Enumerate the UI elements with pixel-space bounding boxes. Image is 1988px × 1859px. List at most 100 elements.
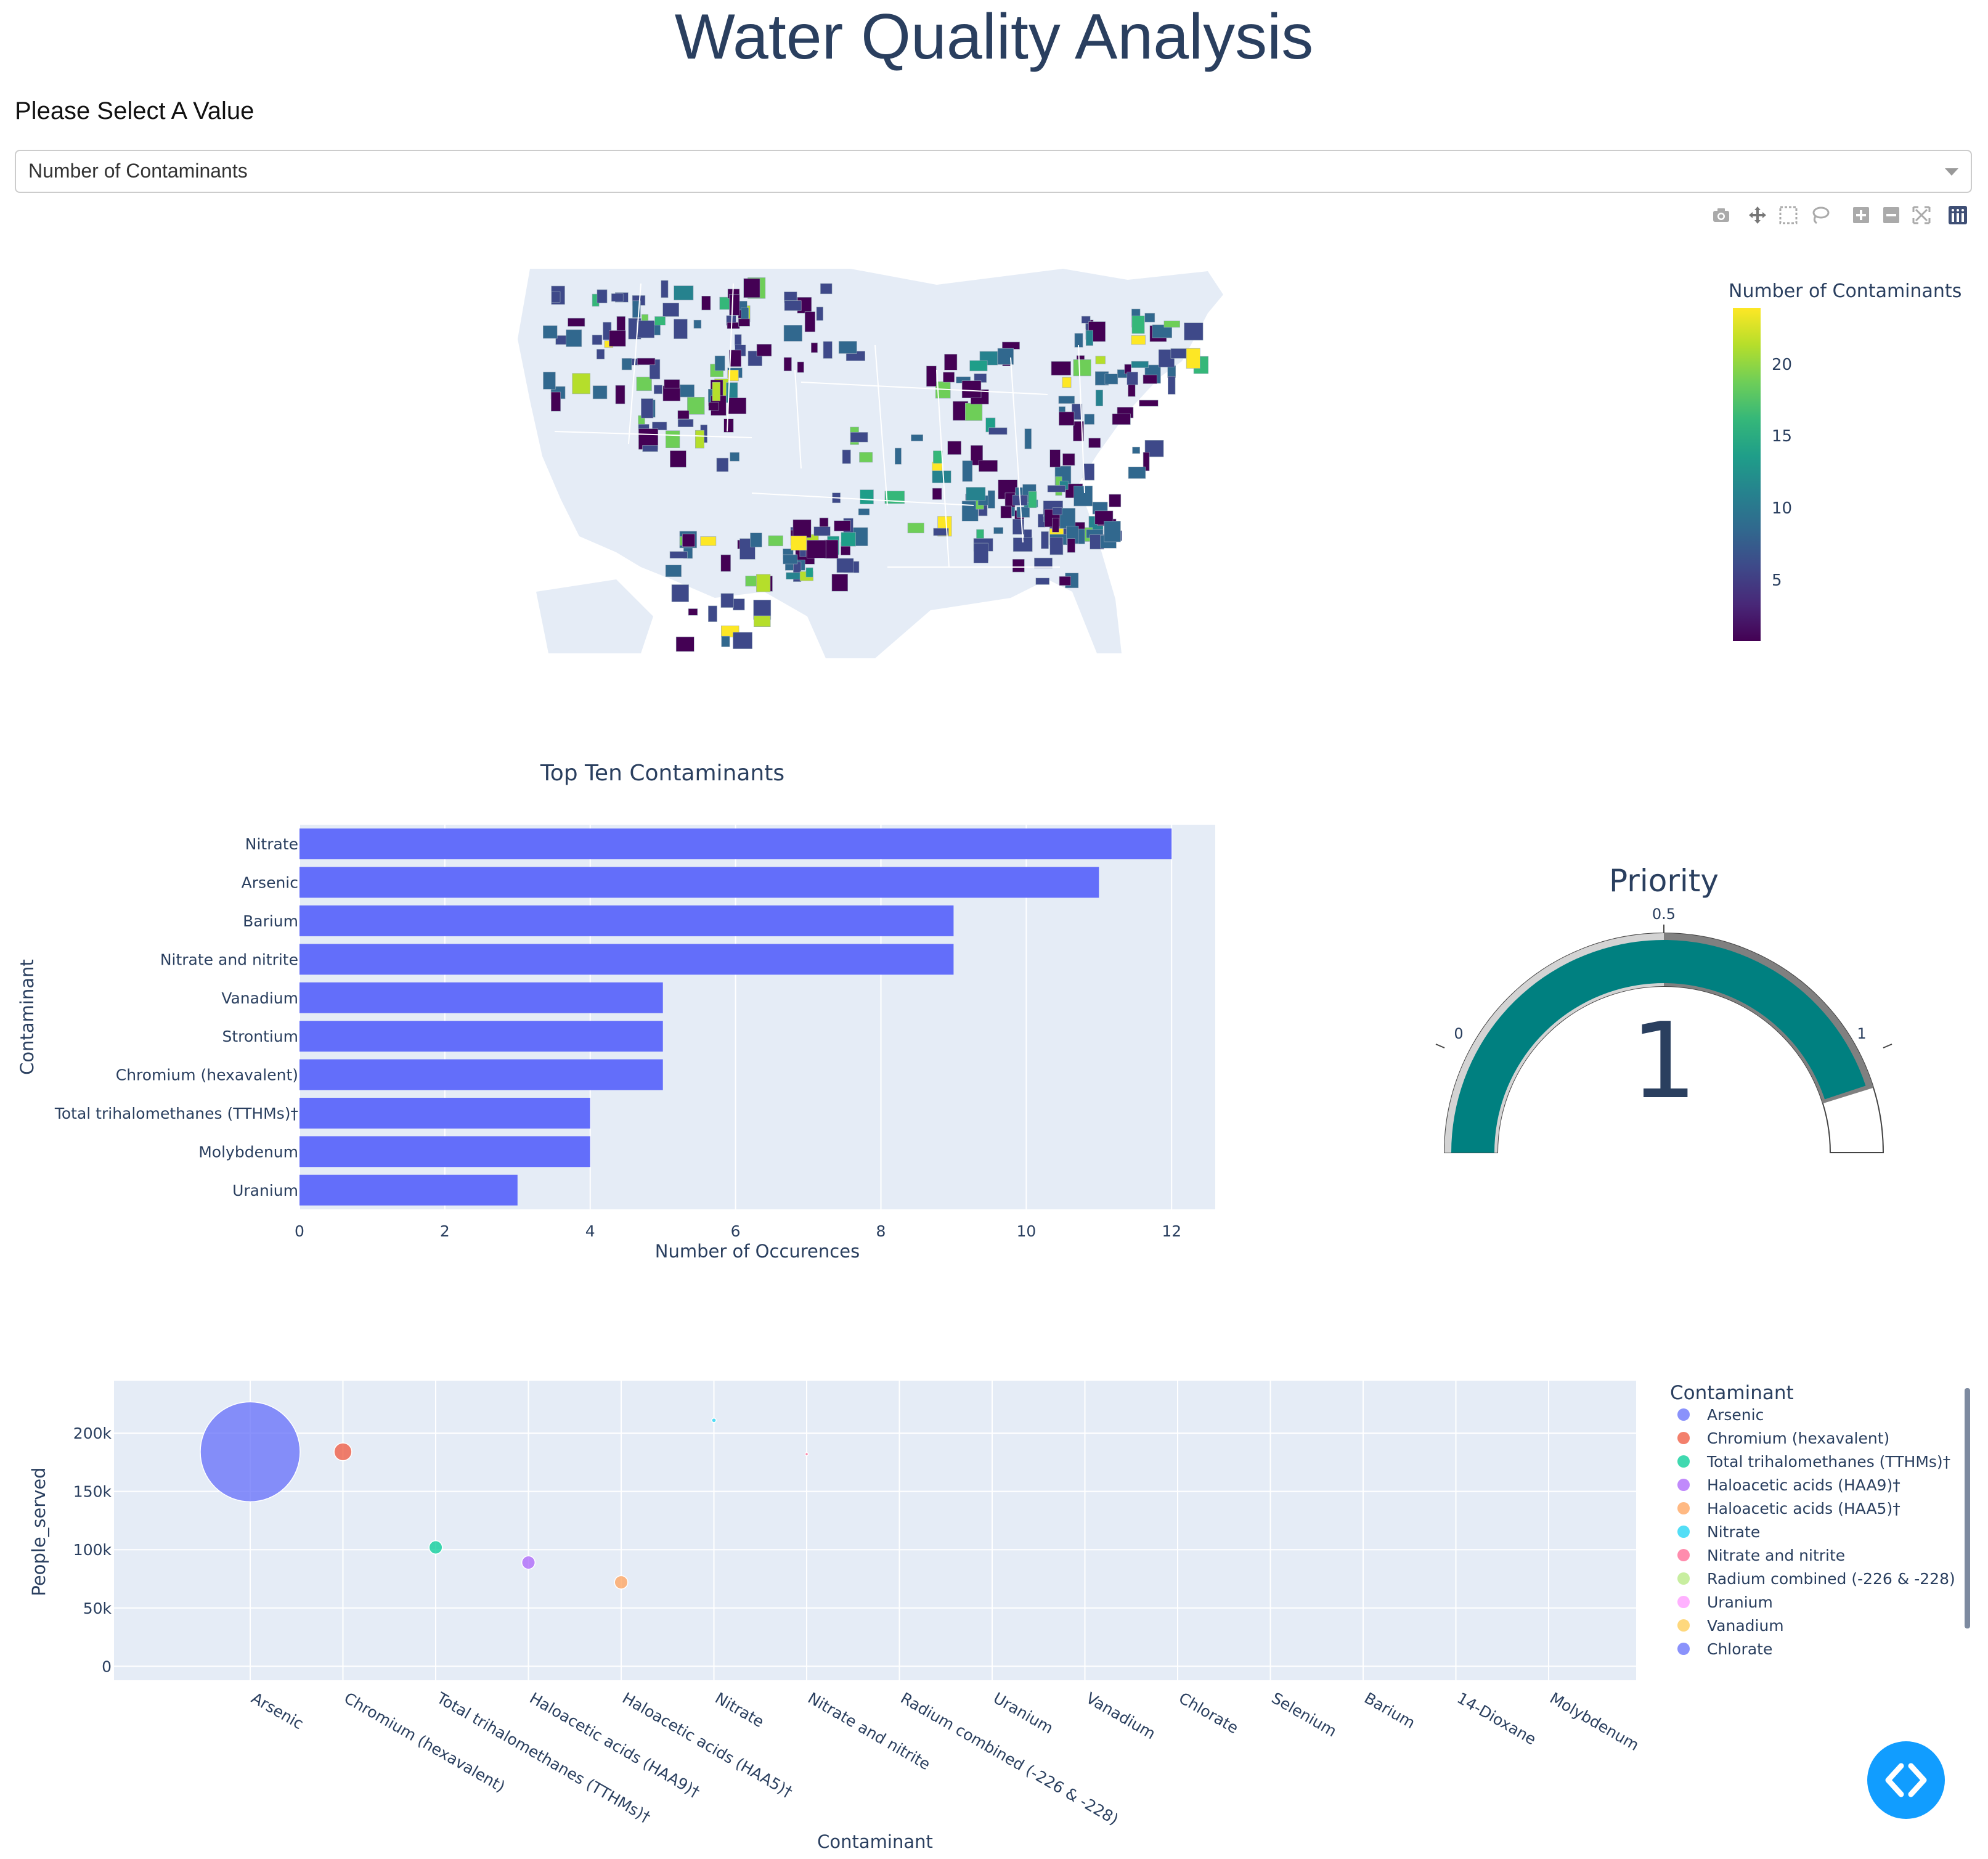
bar[interactable] [299,905,954,936]
legend-item[interactable]: Arsenic [1677,1406,1764,1424]
county-region[interactable] [592,335,603,345]
county-region[interactable] [675,636,695,652]
bar[interactable] [299,867,1099,898]
county-region[interactable] [671,584,689,602]
county-region[interactable] [1128,467,1146,479]
county-region[interactable] [719,296,731,310]
county-region[interactable] [792,519,812,538]
county-region[interactable] [838,341,857,354]
county-region[interactable] [637,320,655,338]
plotly-logo-icon[interactable] [1947,205,1968,226]
county-region[interactable] [611,293,624,302]
box-select-icon[interactable] [1778,205,1799,226]
bubble-point[interactable] [200,1401,301,1503]
county-region[interactable] [842,449,851,464]
county-region[interactable] [1132,446,1140,454]
county-region[interactable] [543,372,556,390]
county-region[interactable] [1028,491,1037,509]
county-region[interactable] [733,599,745,611]
value-dropdown[interactable]: Number of Contaminants [15,150,1972,193]
county-region[interactable] [804,311,816,332]
county-region[interactable] [1052,518,1059,533]
bar[interactable] [299,1021,663,1052]
county-region[interactable] [642,445,658,452]
bar[interactable] [299,1136,590,1167]
legend-item[interactable]: Chlorate [1677,1640,1772,1658]
county-region[interactable] [753,615,771,627]
county-region[interactable] [1052,507,1062,515]
county-region[interactable] [791,536,807,551]
county-region[interactable] [1067,538,1075,553]
county-region[interactable] [674,319,688,339]
county-region[interactable] [944,354,958,370]
county-region[interactable] [1095,356,1106,364]
county-region[interactable] [947,441,962,455]
county-region[interactable] [834,520,851,531]
county-region[interactable] [745,575,757,587]
county-region[interactable] [836,558,854,573]
county-region[interactable] [572,373,590,394]
legend-item[interactable]: Vanadium [1677,1617,1784,1635]
county-region[interactable] [1062,377,1072,388]
county-region[interactable] [961,501,979,521]
county-region[interactable] [805,567,813,578]
county-region[interactable] [1049,449,1061,468]
bar[interactable] [299,982,663,1013]
bar[interactable] [299,944,954,975]
pan-icon[interactable] [1747,205,1768,226]
county-region[interactable] [729,294,740,316]
county-region[interactable] [615,385,625,404]
county-region[interactable] [727,322,740,329]
county-region[interactable] [654,316,666,325]
legend-item[interactable]: Uranium [1677,1593,1773,1611]
county-region[interactable] [1095,390,1103,407]
county-region[interactable] [1000,505,1012,518]
legend-item[interactable]: Total trihalomethanes (TTHMs)† [1677,1453,1950,1471]
bubble-point[interactable] [333,1442,352,1461]
county-region[interactable] [1131,361,1149,368]
legend-item[interactable]: Nitrate [1677,1523,1760,1541]
county-region[interactable] [961,380,982,399]
county-region[interactable] [1059,508,1076,529]
county-region[interactable] [1184,322,1204,341]
county-region[interactable] [810,342,818,353]
legend-item[interactable]: Nitrate and nitrite [1677,1546,1845,1564]
county-region[interactable] [926,366,937,387]
county-region[interactable] [700,536,717,546]
county-region[interactable] [783,357,792,372]
county-region[interactable] [542,325,558,339]
county-region[interactable] [973,542,988,563]
county-region[interactable] [1163,321,1180,328]
legend-item[interactable]: Radium combined (-226 & -228) [1677,1570,1955,1588]
county-region[interactable] [677,410,690,420]
county-region[interactable] [969,360,988,372]
county-region[interactable] [943,372,955,383]
county-region[interactable] [813,526,831,536]
county-region[interactable] [993,527,1003,534]
bubble-point[interactable] [614,1575,629,1590]
county-region[interactable] [551,391,561,412]
county-region[interactable] [1024,428,1032,449]
county-region[interactable] [708,402,719,411]
county-region[interactable] [609,330,626,347]
county-region[interactable] [714,356,725,371]
bar[interactable] [299,1098,590,1129]
bubble-point[interactable] [711,1417,717,1423]
bar[interactable] [299,828,1172,860]
county-region[interactable] [708,605,717,622]
county-region[interactable] [734,334,742,347]
county-region[interactable] [979,460,998,472]
county-region[interactable] [695,430,704,449]
county-region[interactable] [988,427,1008,435]
county-region[interactable] [1131,335,1146,345]
county-region[interactable] [783,554,798,565]
county-region[interactable] [841,532,856,547]
county-region[interactable] [932,488,942,500]
county-region[interactable] [636,377,652,391]
county-region[interactable] [750,533,762,547]
county-region[interactable] [756,344,772,357]
legend-item[interactable]: Chromium (hexavalent) [1677,1429,1889,1447]
county-region[interactable] [674,285,694,301]
county-region[interactable] [1012,558,1025,573]
county-region[interactable] [966,487,986,501]
